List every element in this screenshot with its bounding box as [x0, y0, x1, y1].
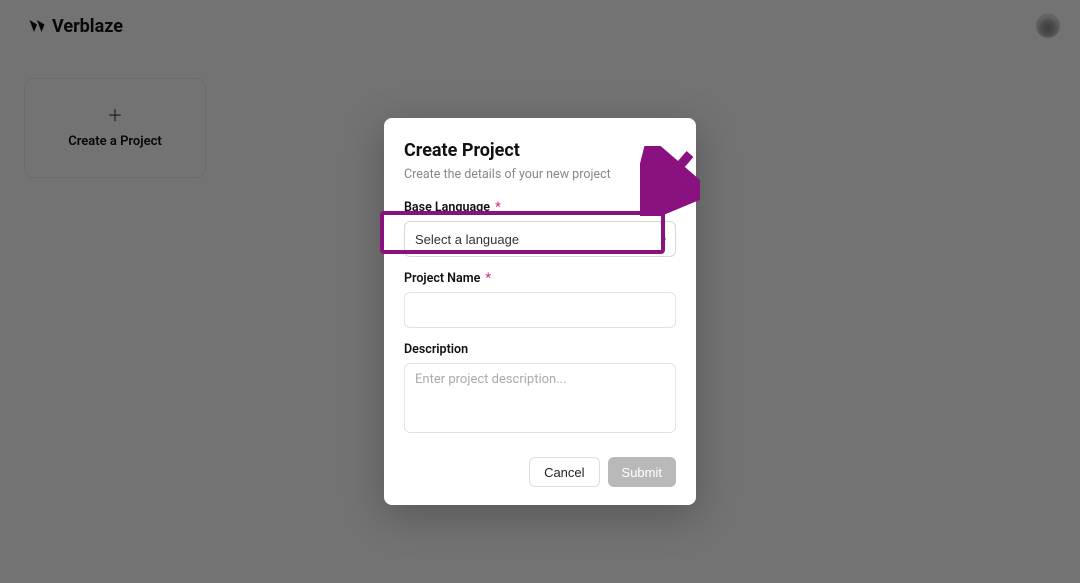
- base-language-select[interactable]: Select a language: [404, 221, 676, 257]
- modal-actions: Cancel Submit: [404, 457, 676, 487]
- cancel-button[interactable]: Cancel: [529, 457, 599, 487]
- required-mark: *: [485, 271, 491, 286]
- project-name-label: Project Name *: [404, 271, 676, 286]
- base-language-placeholder: Select a language: [415, 232, 519, 247]
- project-name-input[interactable]: [404, 292, 676, 328]
- submit-button[interactable]: Submit: [608, 457, 676, 487]
- create-project-modal: Create Project Create the details of you…: [384, 118, 696, 505]
- description-textarea[interactable]: [404, 363, 676, 433]
- required-mark: *: [495, 200, 501, 215]
- modal-title: Create Project: [404, 140, 676, 161]
- modal-overlay[interactable]: Create Project Create the details of you…: [0, 0, 1080, 583]
- base-language-label: Base Language *: [404, 200, 676, 215]
- base-language-select-wrap: Select a language ▴▾: [404, 221, 676, 257]
- field-description: Description: [404, 342, 676, 437]
- modal-subtitle: Create the details of your new project: [404, 167, 676, 182]
- field-project-name: Project Name *: [404, 271, 676, 328]
- description-label: Description: [404, 342, 676, 357]
- field-base-language: Base Language * Select a language ▴▾: [404, 200, 676, 257]
